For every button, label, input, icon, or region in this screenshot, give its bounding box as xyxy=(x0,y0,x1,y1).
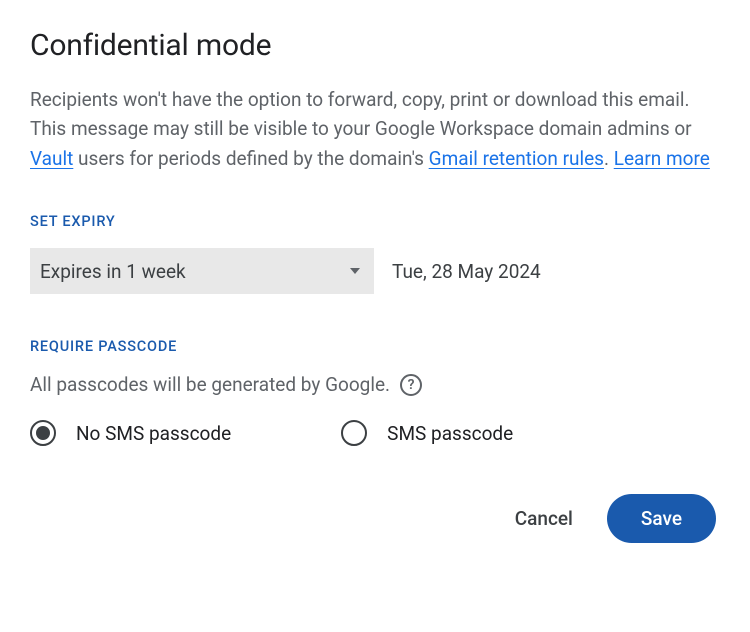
radio-icon-unselected xyxy=(341,420,367,446)
expiry-dropdown[interactable]: Expires in 1 week xyxy=(30,248,374,294)
radio-no-sms-passcode[interactable]: No SMS passcode xyxy=(30,420,231,446)
radio-icon-selected xyxy=(30,420,56,446)
radio-no-sms-label: No SMS passcode xyxy=(76,422,231,445)
description-part2: users for periods defined by the domain'… xyxy=(73,147,428,170)
description-part1: Recipients won't have the option to forw… xyxy=(30,88,692,140)
dialog-title: Confidential mode xyxy=(30,28,720,63)
radio-sms-passcode[interactable]: SMS passcode xyxy=(341,420,513,446)
vault-link[interactable]: Vault xyxy=(30,147,73,170)
radio-sms-label: SMS passcode xyxy=(387,422,513,445)
help-icon[interactable]: ? xyxy=(400,374,422,396)
save-button[interactable]: Save xyxy=(607,494,716,543)
cancel-button[interactable]: Cancel xyxy=(507,497,581,540)
set-expiry-label: SET EXPIRY xyxy=(30,213,720,230)
expiry-dropdown-selected: Expires in 1 week xyxy=(40,260,186,283)
learn-more-link[interactable]: Learn more xyxy=(614,147,710,170)
passcode-radio-group: No SMS passcode SMS passcode xyxy=(30,420,720,446)
description-text: Recipients won't have the option to forw… xyxy=(30,85,720,173)
require-passcode-label: REQUIRE PASSCODE xyxy=(30,338,720,355)
dialog-button-row: Cancel Save xyxy=(30,494,720,543)
expiry-date-display: Tue, 28 May 2024 xyxy=(392,260,541,283)
passcode-subtext-row: All passcodes will be generated by Googl… xyxy=(30,373,720,396)
description-part3: . xyxy=(604,147,614,170)
passcode-subtext: All passcodes will be generated by Googl… xyxy=(30,373,390,396)
radio-dot-icon xyxy=(36,426,50,440)
chevron-down-icon xyxy=(350,268,360,274)
expiry-row: Expires in 1 week Tue, 28 May 2024 xyxy=(30,248,720,294)
retention-rules-link[interactable]: Gmail retention rules xyxy=(429,147,604,170)
